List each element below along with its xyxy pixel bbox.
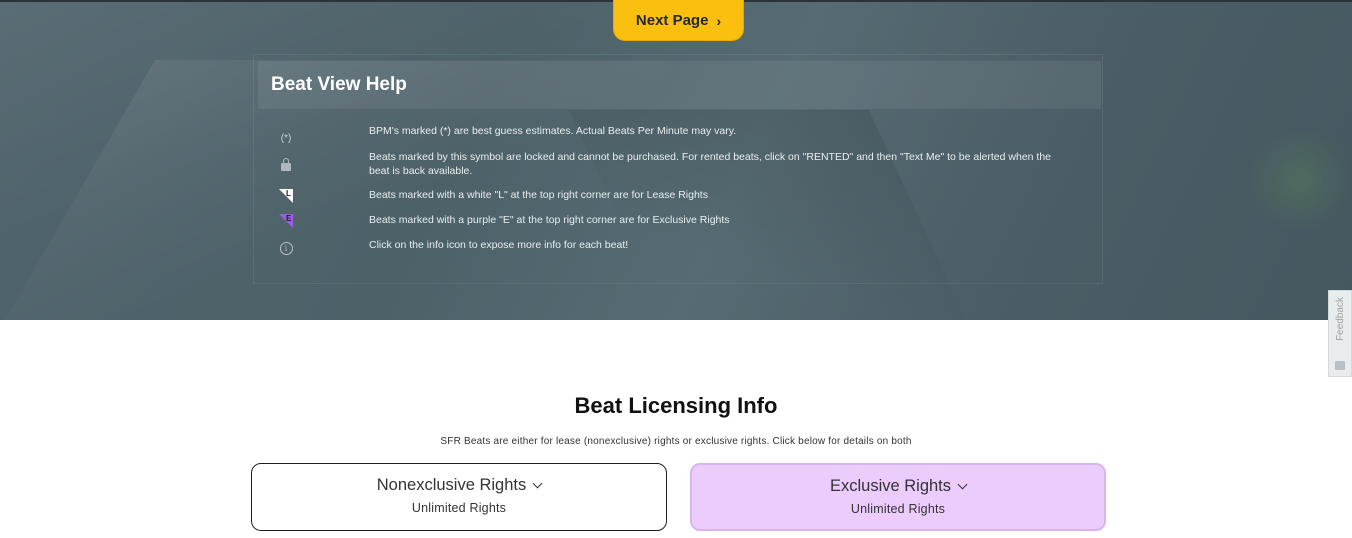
chevron-down-icon bbox=[957, 479, 968, 490]
nonexclusive-rights-toggle[interactable]: Nonexclusive Rights Unlimited Rights bbox=[251, 463, 667, 531]
exclusive-badge-icon: E bbox=[276, 213, 296, 229]
feedback-tab[interactable]: Feedback bbox=[1328, 290, 1352, 377]
next-page-label: Next Page bbox=[635, 12, 709, 29]
next-page-button[interactable]: Next Page › bbox=[613, 0, 744, 41]
help-header: Beat View Help bbox=[258, 61, 1101, 109]
exclusive-rights-title: Exclusive Rights bbox=[829, 477, 952, 495]
help-item-text: Click on the info icon to expose more in… bbox=[369, 239, 629, 251]
lease-badge-icon: L bbox=[276, 188, 296, 204]
help-item-text: Beats marked with a white "L" at the top… bbox=[369, 189, 708, 201]
nonexclusive-rights-subtitle: Unlimited Rights bbox=[411, 501, 507, 515]
help-title: Beat View Help bbox=[271, 74, 407, 95]
chevron-right-icon: › bbox=[716, 12, 722, 29]
info-icon: i bbox=[276, 240, 296, 256]
help-item-text: Beats marked with a purple "E" at the to… bbox=[369, 214, 730, 226]
background-decoration bbox=[1240, 130, 1352, 230]
licensing-title: Beat Licensing Info bbox=[574, 393, 778, 418]
asterisk-marker-icon: (*) bbox=[280, 132, 292, 144]
lock-icon bbox=[276, 156, 296, 172]
hero-section: Next Page › Beat View Help (*) BPM's mar… bbox=[0, 0, 1352, 320]
page: Next Page › Beat View Help (*) BPM's mar… bbox=[0, 0, 1352, 538]
feedback-label: Feedback bbox=[1334, 297, 1346, 341]
chevron-down-icon bbox=[532, 478, 543, 489]
nonexclusive-rights-title: Nonexclusive Rights bbox=[376, 476, 527, 494]
exclusive-rights-subtitle: Unlimited Rights bbox=[850, 502, 946, 516]
licensing-subtitle: SFR Beats are either for lease (nonexclu… bbox=[440, 436, 912, 447]
help-item-text: BPM's marked (*) are best guess estimate… bbox=[369, 125, 737, 137]
help-item-text: Beats marked by this symbol are locked a… bbox=[369, 151, 1052, 177]
feedback-icon bbox=[1335, 361, 1345, 370]
exclusive-rights-toggle[interactable]: Exclusive Rights Unlimited Rights bbox=[690, 463, 1106, 531]
